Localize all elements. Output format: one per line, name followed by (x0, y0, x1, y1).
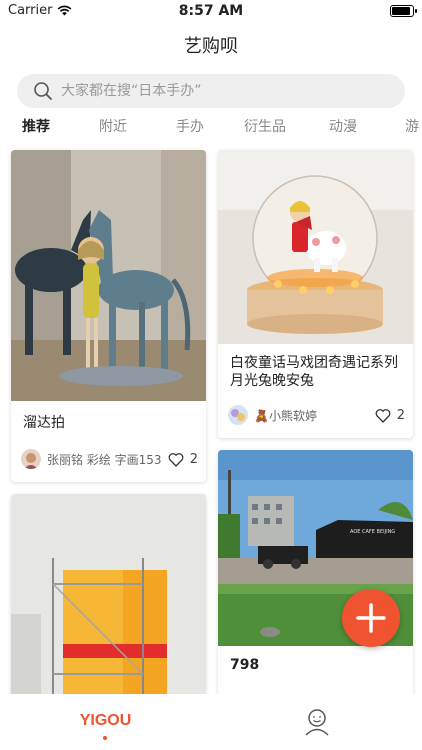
tab-anime[interactable]: 动漫 (329, 116, 357, 136)
search-bar[interactable] (17, 74, 405, 108)
feed-card-4[interactable]: AOE CAFE BEIJING 798 (218, 450, 413, 694)
page-title: 艺购呗 (184, 36, 238, 57)
tab-figures[interactable]: 手办 (176, 116, 204, 136)
status-bar: Carrier 8:57 AM (0, 0, 422, 22)
card-image-figurine (11, 150, 206, 401)
search-input[interactable] (61, 83, 381, 99)
status-time: 8:57 AM (178, 3, 244, 19)
feed-card-3[interactable] (11, 494, 206, 694)
home-tab-label: YIGOU (79, 712, 132, 729)
tab-merchandise[interactable]: 衍生品 (244, 116, 286, 136)
like-button[interactable]: 2 (168, 452, 198, 467)
like-count: 2 (189, 451, 198, 467)
battery-fill (392, 7, 410, 15)
card-title: 溜达拍 (23, 415, 65, 431)
card-meta: 张丽铭 彩绘 字画153 2 (21, 448, 198, 470)
tab-nearby[interactable]: 附近 (99, 116, 127, 136)
card-title: 798 (230, 657, 260, 673)
author-name: 张丽铭 彩绘 字画153 (47, 452, 162, 467)
tab-bar: YIGOU (0, 694, 422, 750)
battery-icon (390, 5, 417, 17)
feed-card-1[interactable]: 溜达拍 张丽铭 彩绘 字画153 2 (11, 150, 206, 482)
plus-icon (356, 603, 386, 633)
add-button[interactable] (342, 589, 400, 647)
search-icon (34, 82, 52, 100)
profile-icon (305, 709, 329, 736)
tabbar-home[interactable]: YIGOU (0, 694, 211, 750)
card-image-snowglobe (218, 150, 413, 344)
card-title: 白夜童话马戏团奇遇记系列月光兔晚安兔 (230, 355, 398, 389)
feed-card-2[interactable]: 白夜童话马戏团奇遇记系列月光兔晚安兔 🧸小熊软婷 2 (218, 150, 413, 438)
category-tabs: 推荐 附近 手办 衍生品 动漫 游 (0, 116, 422, 138)
like-button[interactable]: 2 (375, 408, 405, 423)
card-image-painting (11, 494, 206, 694)
card-meta: 🧸小熊软婷 2 (228, 404, 405, 426)
tab-recommend[interactable]: 推荐 (22, 116, 50, 136)
cafe-sign-text: AOE CAFE BEIJING (350, 529, 395, 535)
avatar (228, 405, 248, 425)
like-count: 2 (396, 407, 405, 423)
heart-icon (168, 452, 184, 467)
tab-games[interactable]: 游 (405, 116, 419, 136)
active-indicator-dot (103, 736, 107, 740)
author-name: 🧸小熊软婷 (254, 408, 317, 423)
avatar (21, 449, 41, 469)
heart-icon (375, 408, 391, 423)
tabbar-profile[interactable] (211, 694, 422, 750)
